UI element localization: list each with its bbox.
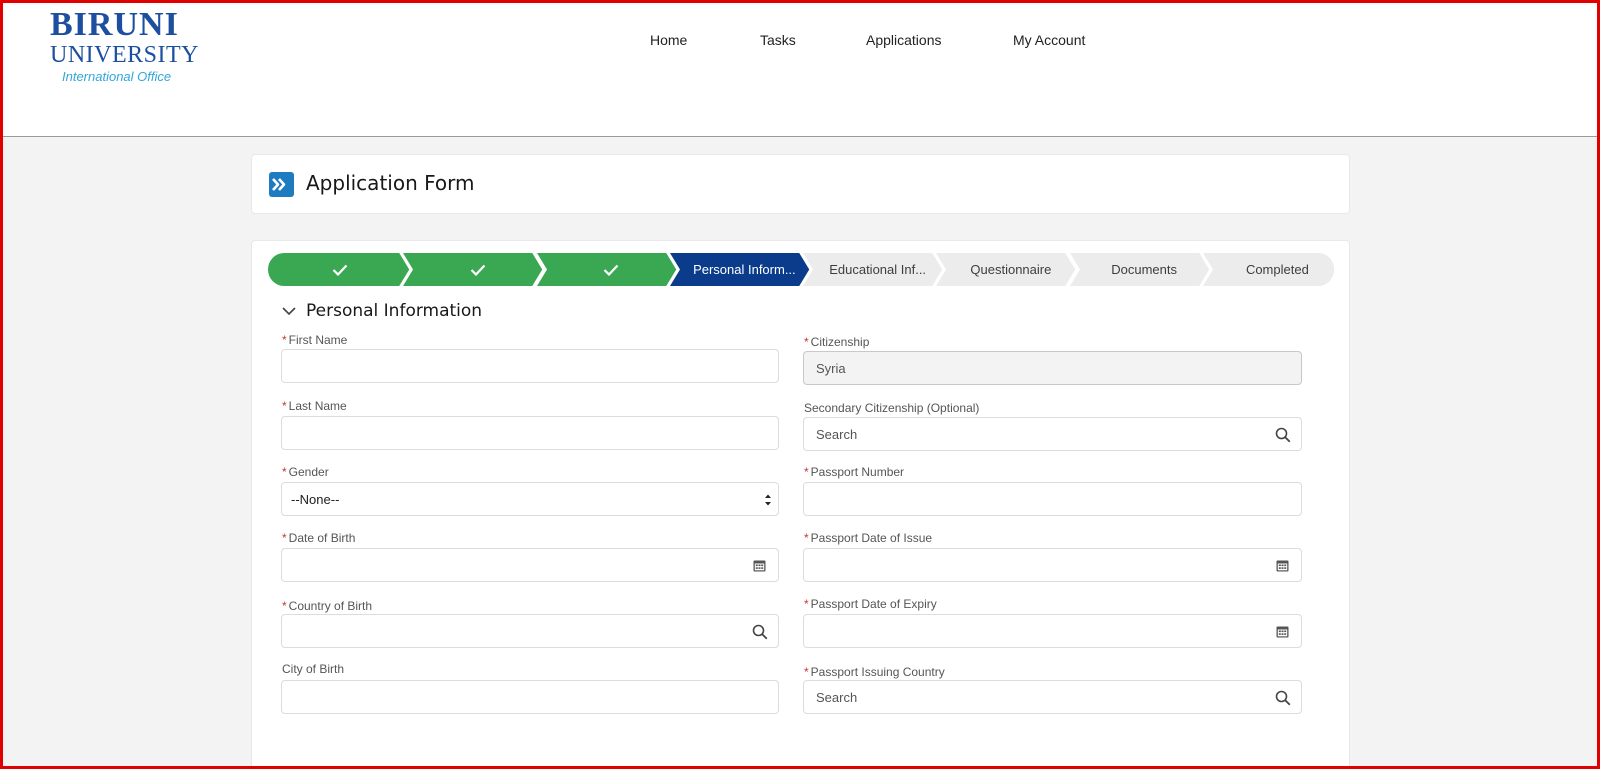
field-label-text: Last Name — [288, 399, 347, 413]
field-label-text: First Name — [288, 333, 348, 347]
field-label-text: Date of Birth — [288, 531, 356, 545]
section-title: Personal Information — [306, 301, 483, 321]
progress-path: Personal Inform... Educational Inf... Ques… — [268, 253, 1334, 286]
country-of-birth-input[interactable] — [281, 614, 779, 648]
first-name-label: * First Name — [282, 333, 347, 347]
select-arrows-icon[interactable] — [764, 493, 772, 507]
first-name-input[interactable] — [281, 349, 779, 383]
path-step-8[interactable]: Completed — [1201, 253, 1344, 286]
field-label-text: Passport Date of Expiry — [810, 597, 937, 611]
field-label-text: Country of Birth — [288, 599, 373, 613]
path-step-label: Completed — [1245, 262, 1309, 277]
field-label-text: Passport Date of Issue — [810, 531, 933, 545]
forward-icon — [269, 172, 294, 197]
passport-date-of-issue-input[interactable] — [803, 548, 1302, 582]
citizenship-label: * Citizenship — [804, 335, 869, 349]
page-title: Application Form — [306, 171, 475, 195]
path-step-3[interactable] — [535, 253, 678, 286]
required-asterisk: * — [282, 465, 287, 479]
field-label-text: Secondary Citizenship (Optional) — [804, 401, 980, 415]
secondary-citizenship-optional-input[interactable]: Search — [803, 417, 1302, 451]
city-of-birth-label: City of Birth — [282, 662, 344, 676]
gender-label: * Gender — [282, 465, 329, 479]
gender-select[interactable]: --None-- — [281, 482, 779, 516]
check-icon — [470, 264, 486, 276]
passport-number-input[interactable] — [803, 482, 1302, 516]
check-icon — [603, 264, 619, 276]
passport-issuing-country-input[interactable]: Search — [803, 680, 1302, 714]
check-icon — [332, 264, 347, 276]
path-step-6[interactable]: Questionnaire — [934, 253, 1077, 286]
search-icon[interactable] — [1275, 427, 1291, 443]
field-placeholder: Search — [816, 689, 858, 705]
path-step-label: Personal Inform... — [693, 262, 796, 277]
required-asterisk: * — [282, 333, 287, 347]
required-asterisk: * — [804, 597, 809, 611]
passport-number-label: * Passport Number — [804, 465, 904, 479]
required-asterisk: * — [282, 599, 287, 613]
required-asterisk: * — [804, 665, 809, 679]
section-header-personal-information[interactable]: Personal Information — [282, 301, 482, 321]
passport-issuing-country-label: * Passport Issuing Country — [804, 665, 945, 679]
required-asterisk: * — [804, 531, 809, 545]
secondary-citizenship-optional-label: Secondary Citizenship (Optional) — [804, 401, 979, 415]
calendar-icon[interactable] — [1276, 559, 1289, 572]
site-header: BIRUNI UNIVERSITY International Office H… — [0, 0, 1600, 137]
nav-my-account[interactable]: My Account — [1013, 32, 1085, 48]
field-label-text: Citizenship — [810, 335, 870, 349]
required-asterisk: * — [804, 335, 809, 349]
field-label-text: Passport Issuing Country — [810, 665, 945, 679]
nav-applications[interactable]: Applications — [866, 32, 942, 48]
path-step-1[interactable] — [268, 253, 411, 286]
passport-date-of-expiry-label: * Passport Date of Expiry — [804, 597, 937, 611]
search-icon[interactable] — [752, 624, 768, 640]
field-value: Syria — [816, 360, 846, 376]
path-step-label: Documents — [1111, 262, 1177, 277]
top-nav: Home Tasks Applications My Account — [0, 32, 1600, 52]
passport-date-of-expiry-input[interactable] — [803, 614, 1302, 648]
city-of-birth-input[interactable] — [281, 680, 779, 714]
path-step-4[interactable]: Personal Inform... — [668, 253, 811, 286]
country-of-birth-label: * Country of Birth — [282, 599, 372, 613]
date-of-birth-input[interactable] — [281, 548, 779, 582]
calendar-icon[interactable] — [753, 559, 766, 572]
required-asterisk: * — [804, 465, 809, 479]
field-label-text: Gender — [288, 465, 329, 479]
logo-line-3: International Office — [62, 69, 172, 84]
application-form-card: Personal Inform... Educational Inf... Ques… — [251, 240, 1350, 769]
last-name-input[interactable] — [281, 416, 779, 450]
nav-tasks[interactable]: Tasks — [760, 32, 796, 48]
path-step-label: Educational Inf... — [829, 262, 927, 277]
last-name-label: * Last Name — [282, 399, 347, 413]
citizenship-input[interactable]: Syria — [803, 351, 1302, 385]
chevron-down-icon — [282, 306, 296, 315]
nav-home[interactable]: Home — [650, 32, 687, 48]
search-icon[interactable] — [1275, 690, 1291, 706]
path-step-5[interactable]: Educational Inf... — [801, 253, 944, 286]
page-header-card: Application Form — [251, 154, 1350, 214]
passport-date-of-issue-label: * Passport Date of Issue — [804, 531, 932, 545]
field-label-text: Passport Number — [810, 465, 905, 479]
path-step-7[interactable]: Documents — [1068, 253, 1211, 286]
path-step-2[interactable] — [401, 253, 544, 286]
field-placeholder: Search — [816, 426, 858, 442]
calendar-icon[interactable] — [1276, 625, 1289, 638]
required-asterisk: * — [282, 399, 287, 413]
field-label-text: City of Birth — [282, 662, 345, 676]
path-step-label: Questionnaire — [970, 262, 1052, 277]
required-asterisk: * — [282, 531, 287, 545]
field-value: --None-- — [291, 491, 340, 507]
date-of-birth-label: * Date of Birth — [282, 531, 355, 545]
